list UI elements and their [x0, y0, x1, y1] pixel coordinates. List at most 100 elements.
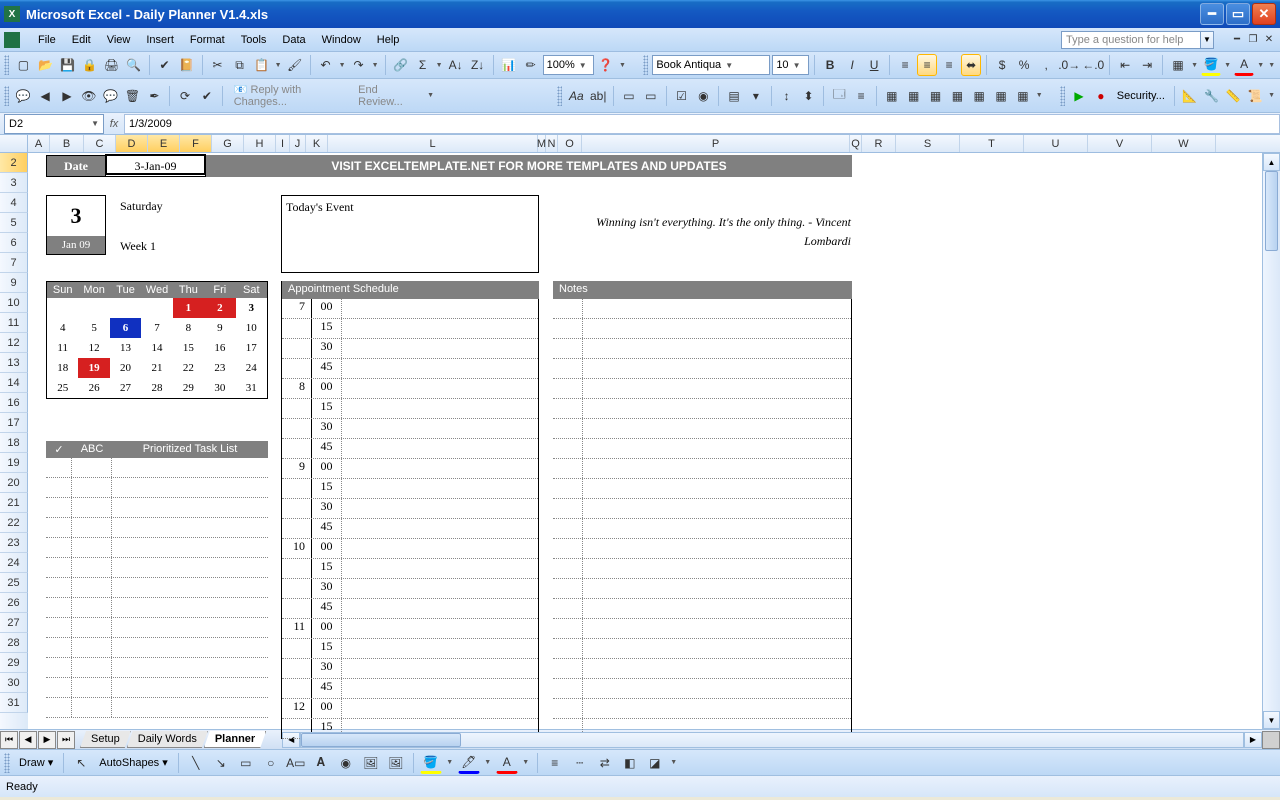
paste-icon[interactable]: 📋	[252, 54, 272, 76]
cal-day[interactable]: 1	[173, 298, 204, 318]
col-header-C[interactable]: C	[84, 135, 116, 152]
row-header-28[interactable]: 28	[0, 633, 28, 653]
hyperlink-icon[interactable]: 🔗	[391, 54, 411, 76]
cal-day[interactable]: 8	[173, 318, 204, 338]
note-row[interactable]	[553, 679, 851, 699]
row-header-3[interactable]: 3	[0, 173, 28, 193]
appt-row[interactable]: 1200	[282, 699, 538, 719]
percent-icon[interactable]: %	[1014, 54, 1034, 76]
task-row[interactable]	[46, 698, 268, 718]
cal-day[interactable]: 2	[204, 298, 235, 318]
print-preview-icon[interactable]: 🔍	[124, 54, 144, 76]
task-row[interactable]	[46, 678, 268, 698]
appt-row[interactable]: 900	[282, 459, 538, 479]
row-header-2[interactable]: 2	[0, 153, 28, 173]
row-header-6[interactable]: 6	[0, 233, 28, 253]
tab-nav-last-icon[interactable]: ⏭	[57, 731, 75, 749]
properties-icon[interactable]: 🗔	[829, 85, 849, 107]
note-row[interactable]	[553, 479, 851, 499]
row-header-19[interactable]: 19	[0, 453, 28, 473]
drawing-icon[interactable]: ✏	[521, 54, 541, 76]
help-dropdown[interactable]: ▼	[1200, 31, 1214, 49]
decrease-indent-icon[interactable]: ⇤	[1115, 54, 1135, 76]
cal-day[interactable]: 26	[78, 378, 109, 398]
col-header-R[interactable]: R	[862, 135, 896, 152]
oval-icon[interactable]: ○	[260, 752, 282, 774]
rectangle-icon[interactable]: ▭	[235, 752, 257, 774]
vba-editor-icon[interactable]: 📐	[1180, 85, 1200, 107]
increase-indent-icon[interactable]: ⇥	[1137, 54, 1157, 76]
cal-day[interactable]: 10	[236, 318, 267, 338]
accept-change-icon[interactable]: ✔	[197, 85, 217, 107]
tab-nav-prev-icon[interactable]: ◀	[19, 731, 37, 749]
menu-view[interactable]: View	[99, 32, 139, 48]
task-row[interactable]	[46, 518, 268, 538]
close-button[interactable]: ✕	[1252, 3, 1276, 25]
italic-icon[interactable]: I	[842, 54, 862, 76]
cal-day[interactable]: 12	[78, 338, 109, 358]
worksheet-cells[interactable]: Date 3-Jan-09 VISIT EXCELTEMPLATE.NET FO…	[28, 153, 1262, 729]
design-icon[interactable]: 📏	[1223, 85, 1243, 107]
appt-row[interactable]: 15	[282, 399, 538, 419]
task-row[interactable]	[46, 538, 268, 558]
scroll-right-icon[interactable]: ▶	[1244, 732, 1262, 748]
note-row[interactable]	[553, 319, 851, 339]
appt-row[interactable]: 45	[282, 359, 538, 379]
col-header-S[interactable]: S	[896, 135, 960, 152]
col-header-K[interactable]: K	[306, 135, 328, 152]
col-header-O[interactable]: O	[558, 135, 582, 152]
cal-day[interactable]: 23	[204, 358, 235, 378]
decrease-decimal-icon[interactable]: ←.0	[1082, 54, 1104, 76]
note-row[interactable]	[553, 539, 851, 559]
col-header-L[interactable]: L	[328, 135, 538, 152]
note-row[interactable]	[553, 439, 851, 459]
label-control-icon[interactable]: Aa	[566, 85, 586, 107]
col-header-G[interactable]: G	[212, 135, 244, 152]
note-row[interactable]	[553, 499, 851, 519]
row-header-9[interactable]: 9	[0, 273, 28, 293]
run-macro-icon[interactable]: ▶	[1069, 85, 1089, 107]
line-icon[interactable]: ╲	[185, 752, 207, 774]
3d-icon[interactable]: ◪	[644, 752, 666, 774]
more-controls-icon[interactable]: ▦	[991, 85, 1011, 107]
cal-day[interactable]	[141, 298, 172, 318]
security-button[interactable]: Security...	[1113, 88, 1169, 104]
open-icon[interactable]: 📂	[35, 54, 55, 76]
cal-day[interactable]: 21	[141, 358, 172, 378]
col-header-E[interactable]: E	[148, 135, 180, 152]
scroll-down-icon[interactable]: ▼	[1263, 711, 1280, 729]
today-event-box[interactable]: Today's Event	[281, 195, 539, 273]
row-header-22[interactable]: 22	[0, 513, 28, 533]
col-header-J[interactable]: J	[290, 135, 306, 152]
date-value-cell[interactable]: 3-Jan-09	[106, 155, 206, 177]
sheet-tab-planner[interactable]: Planner	[204, 731, 266, 748]
col-header-B[interactable]: B	[50, 135, 84, 152]
row-header-7[interactable]: 7	[0, 253, 28, 273]
row-header-20[interactable]: 20	[0, 473, 28, 493]
cal-day[interactable]: 29	[173, 378, 204, 398]
appt-row[interactable]: 30	[282, 499, 538, 519]
row-header-12[interactable]: 12	[0, 333, 28, 353]
cal-day[interactable]: 19	[78, 358, 109, 378]
task-row[interactable]	[46, 598, 268, 618]
chart-wizard-icon[interactable]: 📊	[499, 54, 519, 76]
increase-decimal-icon[interactable]: .0→	[1058, 54, 1080, 76]
help-icon[interactable]: ❓	[596, 54, 616, 76]
cal-day[interactable]: 4	[47, 318, 78, 338]
select-objects-icon[interactable]: ↖	[70, 752, 92, 774]
show-comment-icon[interactable]: 👁	[79, 85, 99, 107]
appt-row[interactable]: 1100	[282, 619, 538, 639]
inner-minimize-button[interactable]: ━	[1230, 33, 1244, 47]
row-header-21[interactable]: 21	[0, 493, 28, 513]
next-comment-icon[interactable]: ▶	[57, 85, 77, 107]
col-header-F[interactable]: F	[180, 135, 212, 152]
menu-window[interactable]: Window	[314, 32, 369, 48]
help-search-input[interactable]	[1061, 31, 1201, 49]
cal-day[interactable]: 7	[141, 318, 172, 338]
menu-tools[interactable]: Tools	[233, 32, 275, 48]
row-header-16[interactable]: 16	[0, 393, 28, 413]
line-color-icon[interactable]: 🖊	[458, 752, 480, 774]
appt-row[interactable]: 45	[282, 679, 538, 699]
note-row[interactable]	[553, 559, 851, 579]
form-icon[interactable]: ▦	[969, 85, 989, 107]
